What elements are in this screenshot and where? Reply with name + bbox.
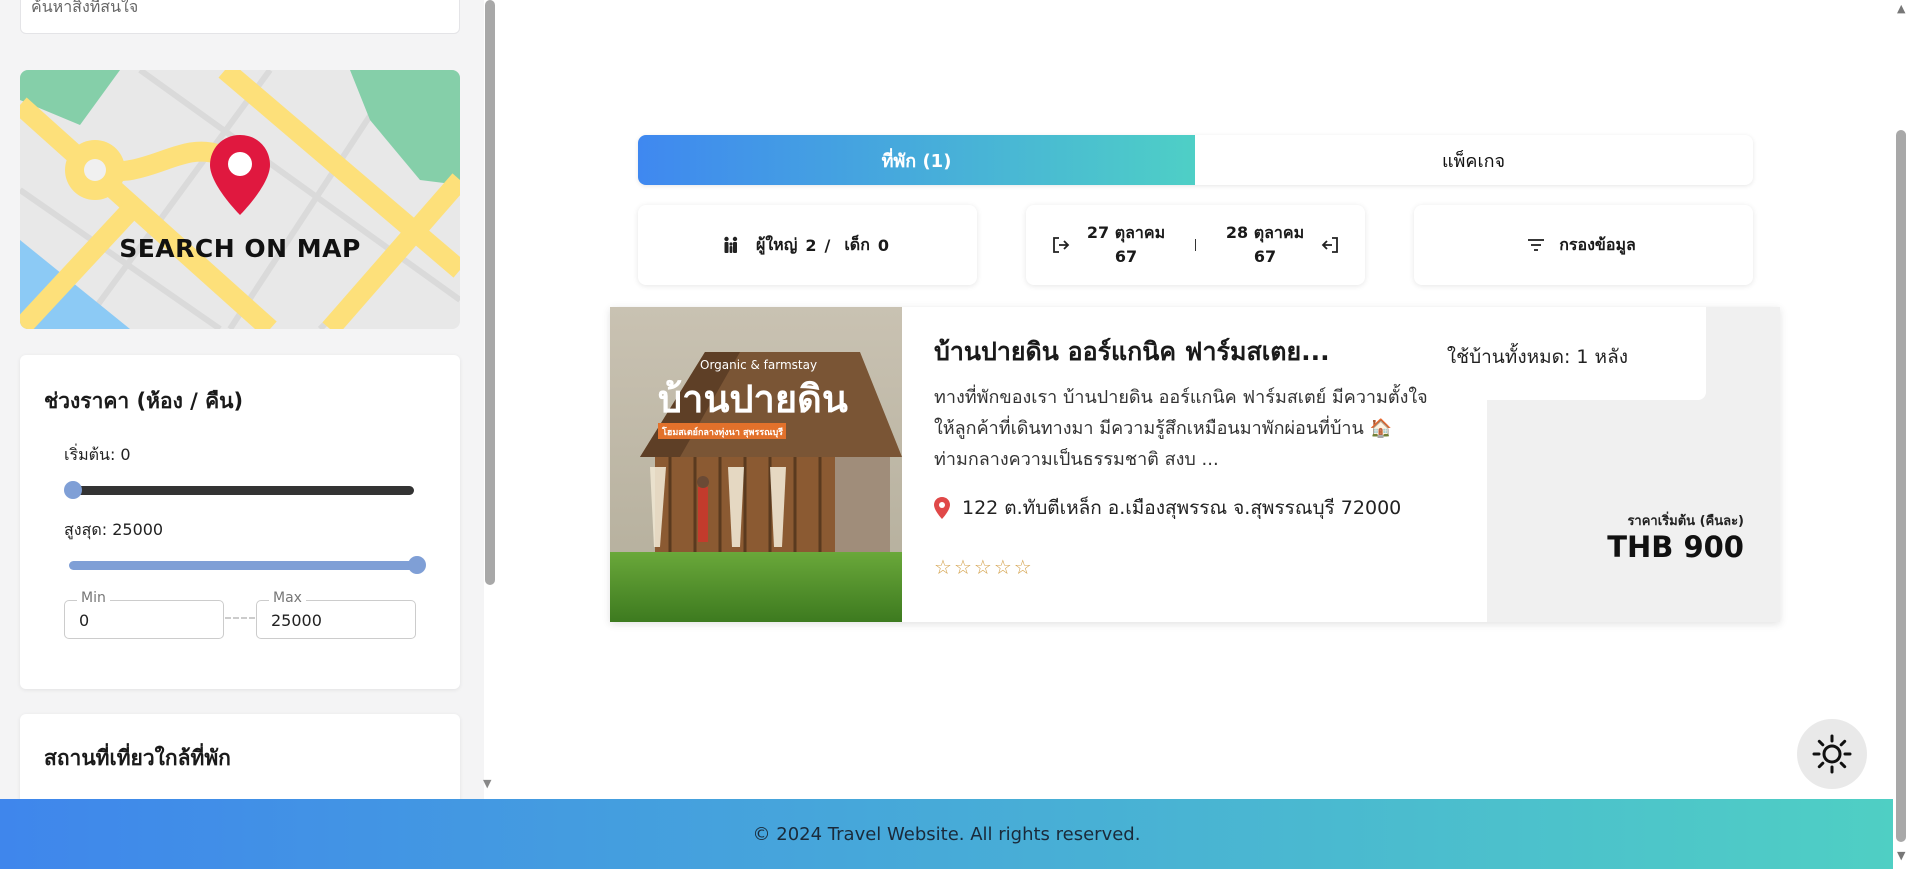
result-tabs: ที่พัก (1) แพ็คเกจ <box>638 135 1753 185</box>
footer-copyright: © 2024 Travel Website. All rights reserv… <box>752 823 1141 845</box>
login-icon <box>1053 237 1070 253</box>
scroll-down-arrow-icon[interactable]: ▼ <box>1897 849 1905 862</box>
star-outline-icon: ☆ <box>993 555 1012 579</box>
people-icon <box>724 236 738 253</box>
range-divider <box>225 617 255 619</box>
search-input[interactable] <box>31 0 431 16</box>
map-illustration <box>20 70 460 329</box>
tab-package[interactable]: แพ็คเกจ <box>1195 135 1752 185</box>
star-outline-icon: ☆ <box>934 555 952 579</box>
max-price-slider-thumb[interactable] <box>408 556 426 574</box>
accommodation-image[interactable]: Organic & farmstay บ้านปายดิน โฮมสเตย์กล… <box>610 307 902 622</box>
date-selector[interactable]: 27 ตุลาคม 67 28 ตุลาคม 67 <box>1026 205 1365 285</box>
star-outline-icon: ☆ <box>973 555 992 579</box>
start-price-label: เริ่มต้น: 0 <box>64 445 131 464</box>
accommodation-address: 122 ต.ทับตีเหล็ก อ.เมืองสุพรรณ จ.สุพรรณบ… <box>934 493 1401 523</box>
search-on-map-label: SEARCH ON MAP <box>119 234 361 263</box>
price-range-panel: ช่วงราคา (ห้อง / คืน) เริ่มต้น: 0 สูงสุด… <box>20 355 460 689</box>
star-outline-icon: ☆ <box>1013 555 1032 579</box>
svg-text:บ้านปายดิน: บ้านปายดิน <box>658 377 848 421</box>
tab-accommodation[interactable]: ที่พัก (1) <box>638 135 1195 185</box>
date-separator <box>1195 239 1196 251</box>
max-price-label: สูงสุด: 25000 <box>64 520 164 539</box>
min-price-slider-track[interactable] <box>69 486 414 495</box>
accommodation-photo: Organic & farmstay บ้านปายดิน โฮมสเตย์กล… <box>610 307 902 622</box>
checkout-date[interactable]: 28 ตุลาคม 67 <box>1210 221 1320 269</box>
accommodation-type-box: ใช้บ้านทั้งหมด: 1 หลัง <box>1447 307 1706 400</box>
logout-icon <box>1321 237 1338 253</box>
theme-toggle-button[interactable] <box>1797 719 1867 789</box>
max-price-input[interactable] <box>271 611 401 630</box>
guest-separator: / <box>824 235 831 255</box>
price-value: THB 900 <box>1607 530 1744 564</box>
filter-icon <box>1528 239 1545 251</box>
filter-button[interactable]: กรองข้อมูล <box>1414 205 1753 285</box>
accommodation-title[interactable]: บ้านปายดิน ออร์แกนิค ฟาร์มสเตย... <box>934 332 1330 372</box>
min-price-slider-thumb[interactable] <box>64 481 82 499</box>
nearby-attractions-title: สถานที่เที่ยวใกล้ที่พัก <box>44 746 231 770</box>
guest-selector[interactable]: ผู้ใหญ่ 2 / เด็ก 0 <box>638 205 977 285</box>
filter-label: กรองข้อมูล <box>1559 234 1636 254</box>
checkout-date-year: 67 <box>1253 247 1277 266</box>
children-count: 0 <box>877 235 890 255</box>
adults-label: ผู้ใหญ่ <box>755 234 798 254</box>
svg-text:Organic & farmstay: Organic & farmstay <box>700 358 817 372</box>
sidebar: SEARCH ON MAP ช่วงราคา (ห้อง / คืน) เริ่… <box>0 0 484 799</box>
price-range-title: ช่วงราคา (ห้อง / คืน) <box>44 389 244 413</box>
sun-icon <box>1812 734 1852 774</box>
svg-text:โฮมสเตย์กลางทุ่งนา สุพรรณบุรี: โฮมสเตย์กลางทุ่งนา สุพรรณบุรี <box>661 426 783 438</box>
max-price-slider-track[interactable] <box>69 561 414 570</box>
scroll-up-arrow-icon[interactable]: ▲ <box>1897 2 1905 15</box>
rating-stars: ☆ ☆ ☆ ☆ ☆ <box>934 557 1032 577</box>
adults-count: 2 <box>805 235 817 255</box>
checkout-date-day-month: 28 ตุลาคม <box>1225 223 1305 242</box>
max-field-legend: Max <box>269 590 306 606</box>
checkin-date[interactable]: 27 ตุลาคม 67 <box>1071 221 1181 269</box>
footer: © 2024 Travel Website. All rights reserv… <box>0 799 1893 869</box>
page-scrollbar-thumb[interactable] <box>1896 130 1906 842</box>
min-price-field[interactable]: Min <box>64 590 224 639</box>
children-label: เด็ก <box>844 234 870 254</box>
nearby-attractions-panel: สถานที่เที่ยวใกล้ที่พัก <box>20 714 460 799</box>
search-box[interactable] <box>20 0 460 34</box>
address-text: 122 ต.ทับตีเหล็ก อ.เมืองสุพรรณ จ.สุพรรณบ… <box>962 497 1402 519</box>
search-on-map-button[interactable]: SEARCH ON MAP <box>20 70 460 329</box>
accommodation-type: ใช้บ้านทั้งหมด: 1 หลัง <box>1446 346 1628 368</box>
checkin-date-year: 67 <box>1114 247 1138 266</box>
scroll-down-arrow-icon[interactable]: ▼ <box>483 777 491 790</box>
price-caption: ราคาเริ่มต้น (คืนละ) <box>1627 514 1744 529</box>
accommodation-card[interactable]: Organic & farmstay บ้านปายดิน โฮมสเตย์กล… <box>610 307 1780 622</box>
accommodation-description: ทางที่พักของเรา บ้านปายดิน ออร์แกนิค ฟาร… <box>934 387 1428 470</box>
sidebar-scrollbar-thumb[interactable] <box>485 0 495 585</box>
max-price-field[interactable]: Max <box>256 590 416 639</box>
location-pin-icon <box>934 497 950 519</box>
min-price-input[interactable] <box>79 611 209 630</box>
checkin-date-day-month: 27 ตุลาคม <box>1086 223 1166 242</box>
min-field-legend: Min <box>77 590 110 606</box>
star-outline-icon: ☆ <box>953 555 972 579</box>
